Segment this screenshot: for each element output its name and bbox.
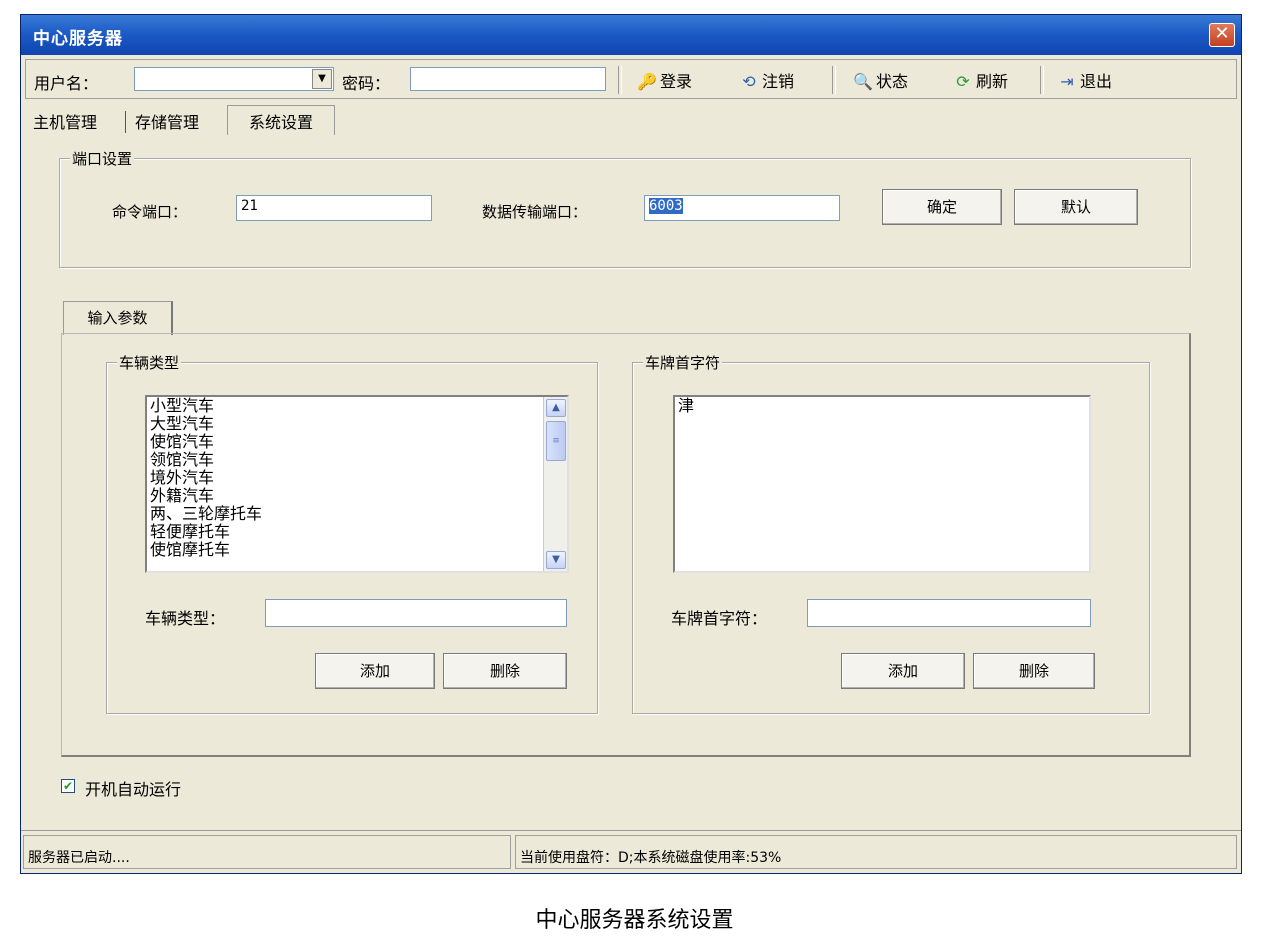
toolbar-separator bbox=[618, 66, 622, 94]
confirm-button[interactable]: 确定 bbox=[882, 189, 1002, 225]
chevron-down-icon[interactable]: ▼ bbox=[312, 69, 332, 89]
logout-label: 注销 bbox=[762, 72, 795, 91]
data-port-input[interactable]: 6003 bbox=[644, 195, 840, 221]
logout-icon: ⟲ bbox=[742, 72, 756, 91]
toolbar-separator bbox=[832, 66, 836, 94]
vehicle-delete-button[interactable]: 删除 bbox=[443, 653, 567, 689]
default-button[interactable]: 默认 bbox=[1014, 189, 1138, 225]
key-icon: 🔑 bbox=[637, 72, 657, 91]
vehicle-add-button[interactable]: 添加 bbox=[315, 653, 435, 689]
vehicle-type-title: 车辆类型 bbox=[117, 352, 182, 373]
username-label: 用户名： bbox=[34, 74, 99, 93]
figure-caption: 中心服务器系统设置 bbox=[535, 908, 734, 933]
password-label: 密码： bbox=[342, 74, 391, 93]
command-port-label: 命令端口： bbox=[112, 203, 188, 221]
exit-label: 退出 bbox=[1080, 72, 1113, 91]
tab-divider bbox=[125, 111, 126, 133]
plate-prefix-group: 车牌首字符 津 车牌首字符： 添加 删除 bbox=[632, 352, 1150, 714]
checkmark-icon: ✔ bbox=[62, 779, 74, 793]
toolbar-separator bbox=[1040, 66, 1044, 94]
vehicle-type-group: 车辆类型 小型汽车 大型汽车 使馆汽车 领馆汽车 境外汽车 外籍汽车 两、三轮摩… bbox=[106, 352, 598, 714]
scroll-thumb[interactable]: ≡ bbox=[546, 421, 566, 461]
scroll-down-icon[interactable]: ▼ bbox=[546, 551, 566, 569]
data-port-value: 6003 bbox=[649, 198, 683, 214]
status-button[interactable]: 🔍 状态 bbox=[852, 68, 908, 92]
password-input[interactable] bbox=[410, 67, 606, 91]
title-bar: 中心服务器 ✕ bbox=[21, 15, 1241, 55]
plate-prefix-title: 车牌首字符 bbox=[643, 352, 723, 373]
exit-button[interactable]: ⇥ 退出 bbox=[1056, 68, 1112, 92]
list-item[interactable]: 境外汽车 bbox=[147, 469, 567, 487]
refresh-label: 刷新 bbox=[976, 72, 1009, 91]
list-item[interactable]: 使馆汽车 bbox=[147, 433, 567, 451]
plate-delete-button[interactable]: 删除 bbox=[973, 653, 1095, 689]
toolbar: 用户名： ▼ 密码： 🔑 登录 ⟲ 注销 🔍 状态 ⟳ 刷新 ⇥ 退出 bbox=[25, 59, 1237, 99]
close-icon: ✕ bbox=[1214, 23, 1230, 44]
logout-button[interactable]: ⟲ 注销 bbox=[738, 68, 794, 92]
list-item[interactable]: 外籍汽车 bbox=[147, 487, 567, 505]
tab-host-management[interactable]: 主机管理 bbox=[33, 109, 97, 133]
port-settings-title: 端口设置 bbox=[70, 148, 135, 169]
refresh-button[interactable]: ⟳ 刷新 bbox=[952, 68, 1008, 92]
list-item[interactable]: 大型汽车 bbox=[147, 415, 567, 433]
login-button[interactable]: 🔑 登录 bbox=[636, 68, 692, 92]
data-port-label: 数据传输端口： bbox=[482, 203, 588, 221]
status-label: 状态 bbox=[876, 72, 909, 91]
list-item[interactable]: 津 bbox=[675, 397, 1089, 415]
list-item[interactable]: 使馆摩托车 bbox=[147, 541, 567, 559]
list-item[interactable]: 轻便摩托车 bbox=[147, 523, 567, 541]
magnifier-icon: 🔍 bbox=[853, 72, 873, 91]
plate-add-button[interactable]: 添加 bbox=[841, 653, 965, 689]
autostart-label: 开机自动运行 bbox=[85, 780, 182, 799]
vehicle-type-input[interactable] bbox=[265, 599, 567, 627]
disk-usage-text: 当前使用盘符：D;本系统磁盘使用率:53% bbox=[515, 835, 1237, 869]
tab-system-settings[interactable]: 系统设置 bbox=[227, 105, 335, 135]
exit-door-icon: ⇥ bbox=[1060, 72, 1074, 91]
window-title: 中心服务器 bbox=[33, 29, 123, 49]
login-label: 登录 bbox=[660, 72, 693, 91]
plate-prefix-label: 车牌首字符： bbox=[671, 609, 768, 628]
vehicle-list-scrollbar[interactable]: ▲ ≡ ▼ bbox=[543, 397, 567, 571]
main-window: 中心服务器 ✕ 用户名： ▼ 密码： 🔑登录 ⟲ 注销 🔍状态 ⟳ 刷新 ⇥ bbox=[20, 14, 1242, 874]
plate-prefix-list[interactable]: 津 bbox=[673, 395, 1091, 573]
input-params-panel: 车辆类型 小型汽车 大型汽车 使馆汽车 领馆汽车 境外汽车 外籍汽车 两、三轮摩… bbox=[61, 333, 1191, 757]
server-status-text: 服务器已启动.... bbox=[23, 835, 511, 869]
list-item[interactable]: 领馆汽车 bbox=[147, 451, 567, 469]
scroll-up-icon[interactable]: ▲ bbox=[546, 399, 566, 417]
list-item[interactable]: 小型汽车 bbox=[147, 397, 567, 415]
refresh-icon: ⟳ bbox=[956, 72, 970, 91]
close-button[interactable]: ✕ bbox=[1209, 23, 1235, 47]
plate-prefix-input[interactable] bbox=[807, 599, 1091, 627]
autostart-checkbox[interactable]: ✔ bbox=[61, 779, 75, 793]
username-combo[interactable]: ▼ bbox=[134, 67, 334, 91]
list-item[interactable]: 两、三轮摩托车 bbox=[147, 505, 567, 523]
command-port-input[interactable]: 21 bbox=[236, 195, 432, 221]
vehicle-type-label: 车辆类型： bbox=[145, 609, 226, 628]
tab-input-params[interactable]: 输入参数 bbox=[63, 301, 173, 335]
port-settings-group: 端口设置 命令端口： 21 数据传输端口： 6003 确定 默认 bbox=[59, 148, 1191, 268]
tab-storage-management[interactable]: 存储管理 bbox=[135, 109, 199, 133]
status-bar: 服务器已启动.... 当前使用盘符：D;本系统磁盘使用率:53% bbox=[21, 830, 1241, 872]
vehicle-type-list[interactable]: 小型汽车 大型汽车 使馆汽车 领馆汽车 境外汽车 外籍汽车 两、三轮摩托车 轻便… bbox=[145, 395, 569, 573]
